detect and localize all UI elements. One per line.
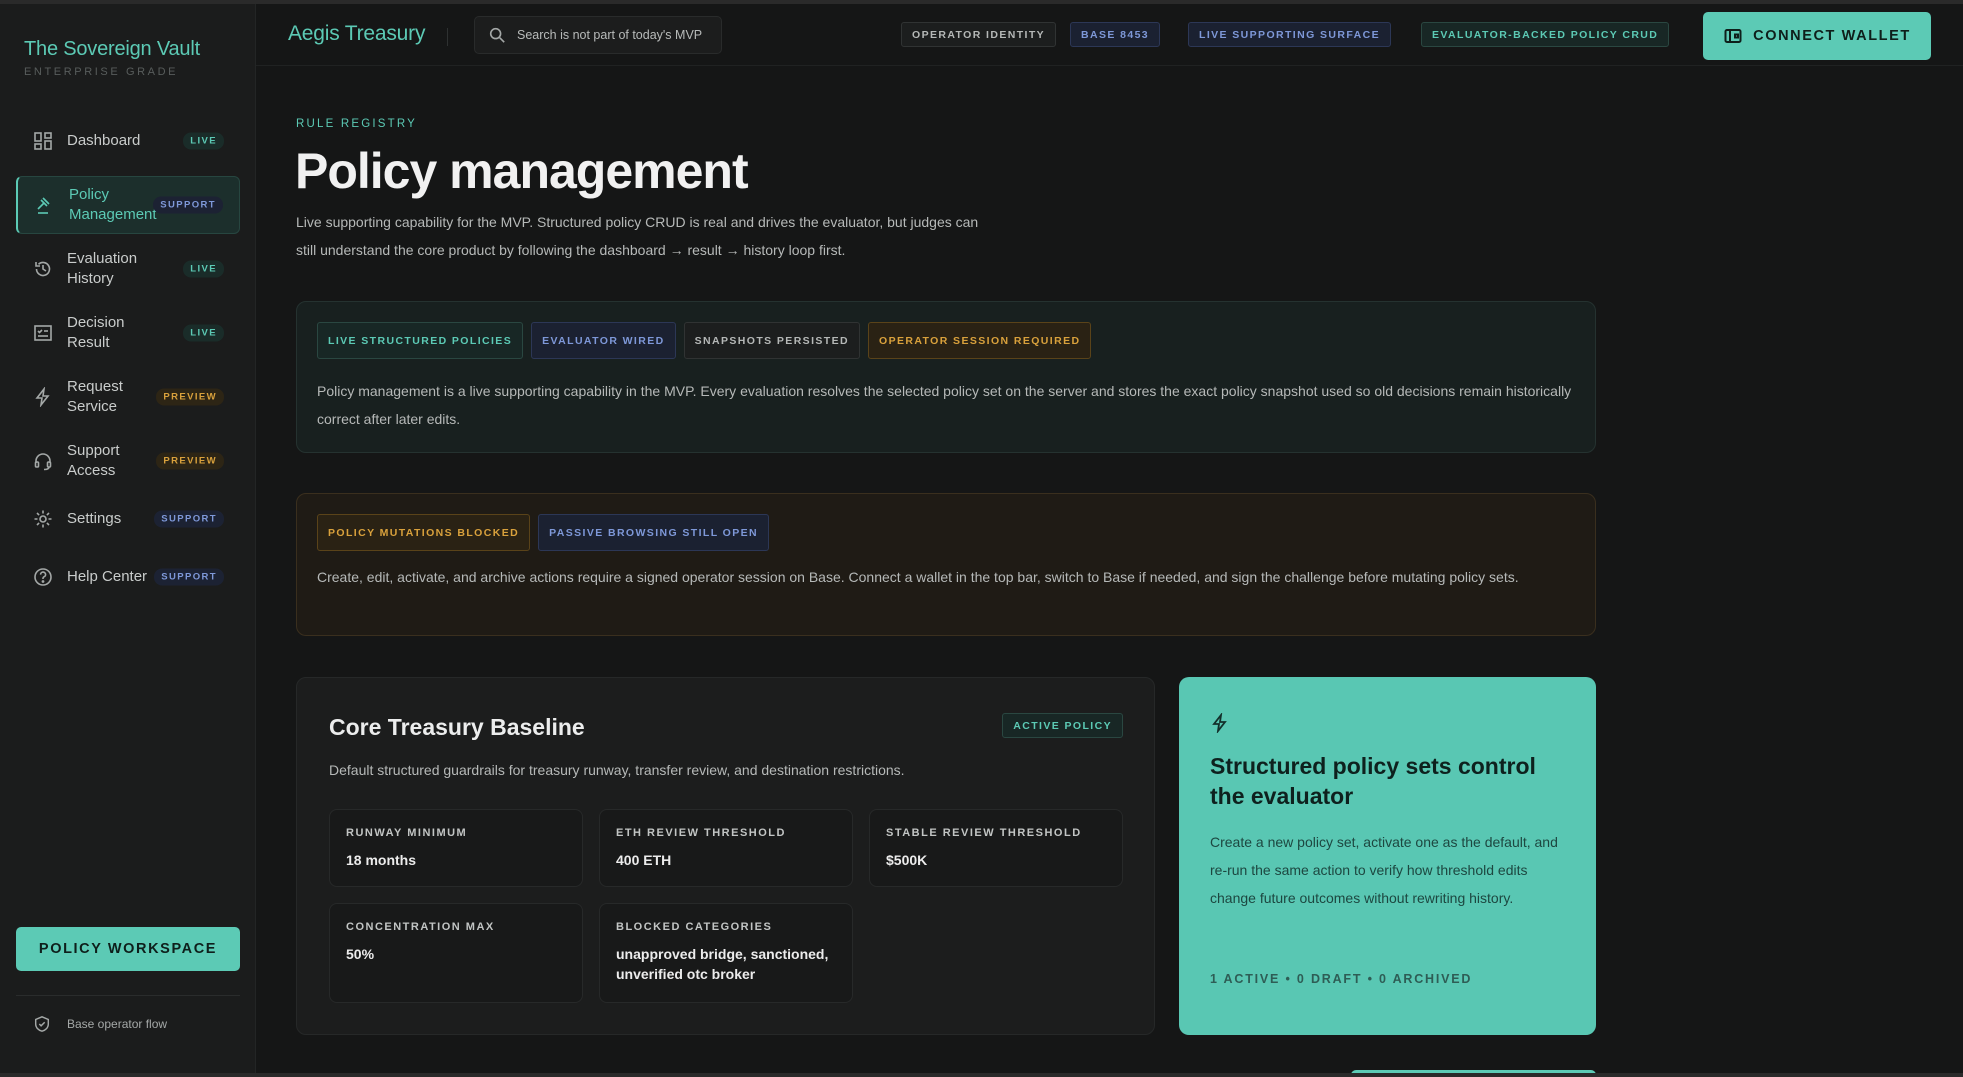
sidebar-item-label: Evaluation History <box>67 250 138 287</box>
page-eyebrow: RULE REGISTRY <box>296 118 418 130</box>
metric-blocked-categories: BLOCKED CATEGORIES unapproved bridge, sa… <box>599 903 853 1003</box>
headset-icon <box>32 450 54 472</box>
sidebar-item-request-service[interactable]: Request Service PREVIEW <box>16 368 240 426</box>
sidebar-item-label: Support Access <box>67 442 120 479</box>
sidebar-item-settings[interactable]: Settings SUPPORT <box>16 496 240 542</box>
status-badge: ACTIVE POLICY <box>1002 713 1123 738</box>
metric-value: $500K <box>886 852 928 868</box>
status-badge: LIVE <box>183 260 224 278</box>
policy-counts: 1 ACTIVE • 0 DRAFT • 0 ARCHIVED <box>1210 972 1473 986</box>
warning-tags: POLICY MUTATIONS BLOCKED PASSIVE BROWSIN… <box>317 514 770 551</box>
tag-live-structured-policies: LIVE STRUCTURED POLICIES <box>317 322 524 359</box>
sidebar-item-label: Settings <box>67 510 122 527</box>
tag-passive-browsing-open: PASSIVE BROWSING STILL OPEN <box>538 514 770 551</box>
top-bar: Aegis Treasury OPERATOR IDENTITY BASE 84… <box>256 4 1963 66</box>
metric-value: 50% <box>346 946 375 962</box>
history-icon <box>32 258 54 280</box>
policy-status: ACTIVE POLICY <box>1002 713 1123 738</box>
status-badge: PREVIEW <box>156 452 224 470</box>
sidebar-item-help-center[interactable]: Help Center SUPPORT <box>16 548 240 606</box>
metric-concentration-max: CONCENTRATION MAX 50% <box>329 903 583 1003</box>
page-description: Live supporting capability for the MVP. … <box>296 214 979 258</box>
metric-label: RUNWAY MINIMUM <box>346 827 468 839</box>
policy-name: Core Treasury Baseline <box>329 714 585 740</box>
sidebar-footer-label: Base operator flow <box>67 1017 168 1031</box>
status-panel-text: Policy management is a live supporting c… <box>317 383 1572 427</box>
page-title: Policy management <box>295 143 749 199</box>
metric-label: ETH REVIEW THRESHOLD <box>616 827 786 839</box>
status-badge: SUPPORT <box>153 196 223 214</box>
status-badge: SUPPORT <box>154 510 224 528</box>
metric-label: CONCENTRATION MAX <box>346 921 495 933</box>
metric-eth-review-threshold: ETH REVIEW THRESHOLD 400 ETH <box>599 809 853 887</box>
sidebar-item-label: Dashboard <box>67 132 141 149</box>
gavel-icon <box>34 194 56 216</box>
policy-card[interactable]: Core Treasury Baseline ACTIVE POLICY Def… <box>296 677 1155 1035</box>
tag-operator-session-required: OPERATOR SESSION REQUIRED <box>868 322 1092 359</box>
gear-icon <box>32 508 54 530</box>
status-tags: LIVE STRUCTURED POLICIES EVALUATOR WIRED… <box>317 322 1092 359</box>
sidebar-nav: Dashboard LIVE Policy Management SUPPORT… <box>16 112 240 612</box>
sidebar-item-support-access[interactable]: Support Access PREVIEW <box>16 432 240 490</box>
next-card-edge <box>1351 1070 1596 1073</box>
bolt-icon <box>32 386 54 408</box>
brand: The Sovereign Vault ENTERPRISE GRADE <box>24 38 200 78</box>
tag-evaluator-wired: EVALUATOR WIRED <box>531 322 676 359</box>
policy-crud-chip: EVALUATOR-BACKED POLICY CRUD <box>1421 22 1670 47</box>
metric-value: unapproved bridge, sanctioned, unverifie… <box>616 946 829 982</box>
search-box[interactable] <box>474 16 722 54</box>
app-title: Aegis Treasury <box>288 22 426 45</box>
brand-subtitle: ENTERPRISE GRADE <box>24 66 179 78</box>
search-input[interactable] <box>517 28 717 42</box>
wallet-icon <box>1723 26 1743 46</box>
app-window: The Sovereign Vault ENTERPRISE GRADE Das… <box>0 4 1963 1073</box>
help-circle-icon <box>32 566 54 588</box>
metric-label: STABLE REVIEW THRESHOLD <box>886 827 1082 839</box>
sidebar-item-dashboard[interactable]: Dashboard LIVE <box>16 112 240 170</box>
connect-wallet-button[interactable]: CONNECT WALLET <box>1703 12 1931 60</box>
sidebar-item-policy-management[interactable]: Policy Management SUPPORT <box>16 176 240 234</box>
sidebar-footer: Base operator flow <box>32 1014 167 1034</box>
tag-snapshots-persisted: SNAPSHOTS PERSISTED <box>683 322 860 359</box>
metric-runway-minimum: RUNWAY MINIMUM 18 months <box>329 809 583 887</box>
operator-identity-chip: OPERATOR IDENTITY <box>901 22 1057 47</box>
divider <box>447 28 448 46</box>
bolt-icon <box>1209 712 1231 734</box>
status-badge: LIVE <box>183 132 224 150</box>
info-card-text: Create a new policy set, activate one as… <box>1210 834 1558 906</box>
status-badge: LIVE <box>183 324 224 342</box>
shield-check-icon <box>32 1014 52 1034</box>
metric-label: BLOCKED CATEGORIES <box>616 921 773 933</box>
connect-wallet-label: CONNECT WALLET <box>1753 28 1911 44</box>
status-badge: PREVIEW <box>156 388 224 406</box>
status-badge: SUPPORT <box>154 568 224 586</box>
sidebar-item-label: Request Service <box>67 378 123 415</box>
metric-value: 400 ETH <box>616 852 672 868</box>
checklist-icon <box>32 322 54 344</box>
dashboard-grid-icon <box>32 130 54 152</box>
brand-title: The Sovereign Vault <box>24 38 200 60</box>
warning-panel-text: Create, edit, activate, and archive acti… <box>317 569 1519 585</box>
search-icon <box>487 25 507 45</box>
info-card-title: Structured policy sets control the evalu… <box>1210 753 1536 809</box>
policy-description: Default structured guardrails for treasu… <box>329 762 905 778</box>
sidebar-item-label: Decision Result <box>67 314 125 351</box>
sidebar-item-label: Help Center <box>67 568 148 585</box>
warning-panel: POLICY MUTATIONS BLOCKED PASSIVE BROWSIN… <box>296 493 1596 636</box>
divider <box>16 995 240 996</box>
policy-workspace-button[interactable]: POLICY WORKSPACE <box>16 927 240 971</box>
metric-stable-review-threshold: STABLE REVIEW THRESHOLD $500K <box>869 809 1123 887</box>
network-chip: BASE 8453 <box>1070 22 1161 47</box>
sidebar-item-evaluation-history[interactable]: Evaluation History LIVE <box>16 240 240 298</box>
sidebar: The Sovereign Vault ENTERPRISE GRADE Das… <box>0 4 256 1073</box>
status-panel: LIVE STRUCTURED POLICIES EVALUATOR WIRED… <box>296 301 1596 453</box>
sidebar-item-label: Policy Management <box>69 186 157 223</box>
tag-policy-mutations-blocked: POLICY MUTATIONS BLOCKED <box>317 514 531 551</box>
sidebar-item-decision-result[interactable]: Decision Result LIVE <box>16 304 240 362</box>
surface-chip: LIVE SUPPORTING SURFACE <box>1188 22 1391 47</box>
info-card: Structured policy sets control the evalu… <box>1179 677 1596 1035</box>
metric-value: 18 months <box>346 852 417 868</box>
